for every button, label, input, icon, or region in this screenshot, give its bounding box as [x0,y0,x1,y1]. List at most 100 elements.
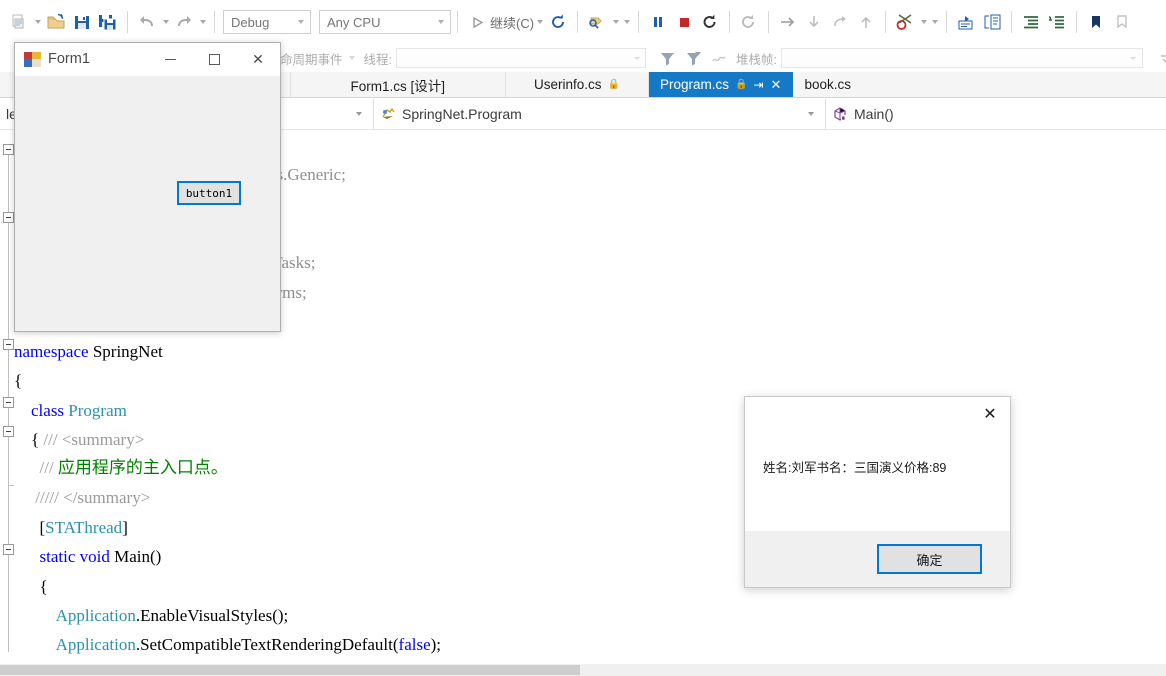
stackframe-combo[interactable] [780,48,1143,68]
fold-marker[interactable] [3,212,14,223]
form1-title-bar[interactable]: Form1 ✕ [15,43,280,76]
hot-reload-button[interactable] [736,9,762,35]
pin-icon[interactable]: ⇥ [753,78,763,92]
fold-marker[interactable] [3,544,14,555]
squiggle-icon [711,55,726,61]
chevron-down-icon [630,57,643,60]
undo-button[interactable] [134,9,160,35]
step-up-button[interactable] [853,9,879,35]
separator [946,11,948,33]
lifecycle-events-dropdown[interactable] [347,46,358,70]
step-into-button[interactable] [775,9,801,35]
next-statement-dropdown[interactable] [610,10,621,34]
arrow-curve-icon [834,16,847,27]
form-icon-glyph [24,51,41,67]
editor-horizontal-scrollbar[interactable] [0,664,1166,676]
indent-icon [1024,16,1039,29]
increase-indent-button[interactable] [1018,9,1044,35]
step-out-button[interactable] [827,9,853,35]
navbar-member-combo[interactable]: Main() [826,98,1166,129]
tab-userinfo[interactable]: Userinfo.cs 🔒 [506,72,649,97]
code-token: Program [68,401,127,420]
tab-form1-designer[interactable]: Form1.cs [设计] [290,72,507,97]
next-statement-icon [589,17,602,29]
dialog-footer: 确定 [745,530,1010,587]
chevron-down-icon [1127,57,1140,60]
code-token: STAThread [45,518,123,537]
new-item-glyph [12,14,24,29]
form1-close-button[interactable]: ✕ [236,43,280,76]
code-line: /// 应用程序的主入口点。 [14,453,228,483]
toggle-breakpoint-button[interactable] [892,9,918,35]
toolbar-overflow-2[interactable] [929,10,940,34]
tab-label: Userinfo.cs [534,77,602,92]
code-token: class [14,401,69,420]
tab-label: Program.cs [660,77,730,92]
continue-button[interactable] [464,9,490,35]
save-all-icon [99,15,117,31]
code-line: Application.EnableVisualStyles(); [14,601,289,631]
form1-window[interactable]: Form1 ✕ button1 [14,42,281,332]
restart-debug-button[interactable] [697,9,723,35]
toolbar-overflow-1[interactable] [621,10,632,34]
separator [127,11,128,33]
fold-marker[interactable] [3,397,14,408]
tab-book[interactable]: book.cs [793,72,862,97]
dialog-close-button[interactable]: ✕ [970,397,1010,431]
filter-clear-button[interactable] [680,45,706,71]
close-icon[interactable]: ✕ [770,78,783,91]
decrease-indent-button[interactable] [1044,9,1070,35]
undo-dropdown[interactable] [160,10,171,34]
restart-button[interactable] [545,9,571,35]
form1-client-area: button1 [15,76,280,331]
button1[interactable]: button1 [177,181,241,205]
save-button[interactable] [69,9,95,35]
hot-reload-icon [742,15,754,28]
tab-program[interactable]: Program.cs 🔒 ⇥ ✕ [649,72,794,97]
breakpoint-dropdown[interactable] [918,10,929,34]
fold-marker[interactable] [3,426,14,437]
filter-button[interactable] [654,45,680,71]
uncomment-selection-button[interactable] [979,9,1005,35]
continue-dropdown[interactable] [534,10,545,34]
stop-icon [680,18,690,27]
new-item-dropdown[interactable] [32,10,43,34]
code-token: Main() [114,547,162,566]
form1-minimize-button[interactable] [148,43,192,76]
fold-marker[interactable] [3,339,14,350]
continue-label: 继续(C) [490,15,535,31]
restart-debug-icon [703,14,716,28]
previous-bookmark-button[interactable] [1109,9,1135,35]
lock-icon: 🔒 [735,79,748,90]
toolbar-overflow-button[interactable] [1153,45,1166,71]
code-token: ] [122,518,128,537]
code-token: { [14,371,23,390]
toggle-bookmark-button[interactable] [1083,9,1109,35]
stop-debugging-button[interactable] [671,9,697,35]
new-item-icon[interactable] [6,9,32,35]
break-all-button[interactable] [645,9,671,35]
separator [768,11,770,33]
message-box-dialog[interactable]: ✕ 姓名:刘军书名：三国演义价格:89 确定 [744,396,1011,588]
comment-selection-button[interactable] [953,9,979,35]
arrow-up-icon [861,16,871,28]
separator [214,11,215,33]
navbar-type-combo[interactable]: SpringNet.Program [374,98,826,129]
fold-marker[interactable] [3,144,14,155]
dialog-ok-button[interactable]: 确定 [877,544,982,574]
redo-dropdown[interactable] [197,10,208,34]
thread-combo[interactable] [396,48,646,68]
form1-maximize-button[interactable] [192,43,236,76]
folder-glyph [47,13,65,29]
scrollbar-thumb[interactable] [0,665,580,675]
solution-platform-combo[interactable]: Any CPU [319,10,451,34]
step-over-button[interactable] [801,9,827,35]
redo-button[interactable] [171,9,197,35]
show-next-statement-button[interactable] [584,9,610,35]
open-file-icon[interactable] [43,9,69,35]
solution-configuration-combo[interactable]: Debug [223,10,311,34]
no-filter-button[interactable] [706,45,732,71]
save-all-button[interactable] [95,9,121,35]
code-line: [STAThread] [14,513,128,543]
